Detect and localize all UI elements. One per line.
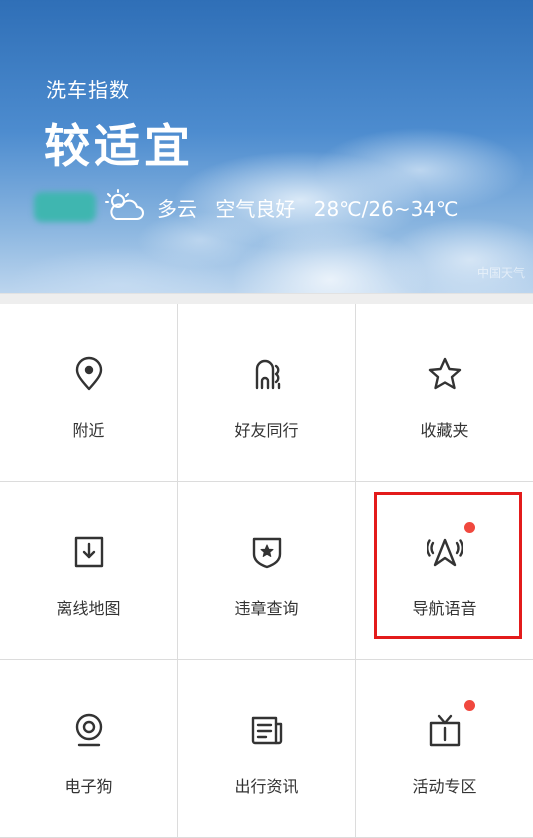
grid-item-label: 电子狗: [64, 777, 113, 796]
temperature: 28℃/26~34℃: [313, 197, 459, 221]
grid-item-speed-camera[interactable]: 电子狗: [0, 660, 178, 838]
city-name-redacted: [34, 192, 96, 222]
partly-cloudy-icon: [104, 189, 144, 223]
grid-item-violation-query[interactable]: 违章查询: [178, 482, 356, 660]
weather-condition: 多云: [157, 197, 197, 221]
camera-icon: [71, 712, 107, 748]
grid-item-favorites[interactable]: 收藏夹: [356, 304, 533, 482]
grid-item-offline-map[interactable]: 离线地图: [0, 482, 178, 660]
notification-badge: [464, 700, 475, 711]
navigation-voice-icon: [426, 534, 463, 570]
grid-item-events[interactable]: 活动专区: [356, 660, 533, 838]
grid-item-label: 导航语音: [412, 599, 477, 618]
friends-icon: [249, 356, 285, 392]
grid-item-nearby[interactable]: 附近: [0, 304, 178, 482]
grid-item-label: 出行资讯: [234, 777, 299, 796]
news-icon: [249, 712, 285, 748]
star-icon: [427, 356, 463, 392]
tool-grid: 附近 好友同行 收藏夹 离线地图 违章查询 导航语音 电子狗 出行资讯 活动专区: [0, 304, 533, 838]
grid-item-label: 离线地图: [56, 599, 121, 618]
gift-box-icon: [427, 712, 463, 748]
grid-item-travel-news[interactable]: 出行资讯: [178, 660, 356, 838]
grid-item-label: 收藏夹: [420, 421, 469, 440]
air-quality: 空气良好: [215, 197, 296, 221]
grid-item-label: 违章查询: [234, 599, 299, 618]
location-pin-icon: [71, 356, 107, 392]
shield-star-icon: [249, 534, 285, 570]
source-watermark: 中国天气: [476, 266, 525, 280]
weather-summary: 多云 空气良好 28℃/26~34℃: [157, 193, 470, 222]
grid-item-label: 好友同行: [234, 421, 299, 440]
grid-item-label: 活动专区: [412, 777, 477, 796]
wash-index-label: 洗车指数: [46, 78, 130, 102]
grid-item-navigation-voice[interactable]: 导航语音: [356, 482, 533, 660]
grid-item-label: 附近: [72, 421, 105, 440]
notification-badge: [464, 522, 475, 533]
grid-item-friends-travel[interactable]: 好友同行: [178, 304, 356, 482]
wash-index-level: 较适宜: [44, 119, 194, 173]
weather-banner[interactable]: 洗车指数 较适宜 多云 空气良好 28℃/26~34℃ 中国天气: [0, 0, 533, 293]
download-map-icon: [71, 534, 107, 570]
